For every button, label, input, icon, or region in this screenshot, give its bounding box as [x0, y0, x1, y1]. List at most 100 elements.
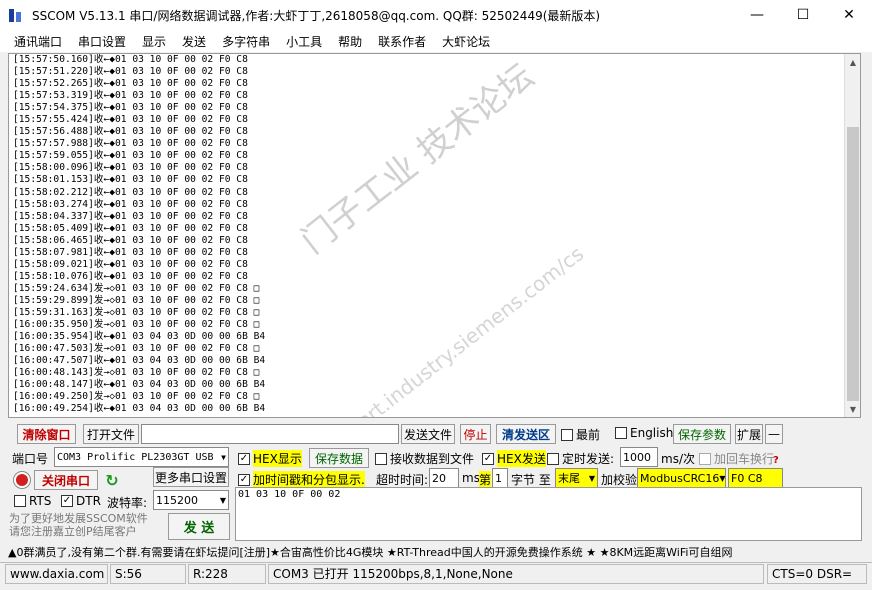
log-lines: [15:57:50.160]收←◆01 03 10 0F 00 02 F0 C8…	[13, 54, 265, 415]
clear-send-button[interactable]: 清发送区	[496, 424, 556, 444]
open-file-button[interactable]: 打开文件	[83, 424, 139, 444]
status-recv: R:228	[188, 563, 266, 584]
port-label: 端口号	[12, 452, 49, 466]
menu-contact[interactable]: 联系作者	[370, 33, 434, 50]
log-line: [15:57:59.055]收←◆01 03 10 0F 00 02 F0 C8	[13, 150, 248, 162]
timestamp-option[interactable]: ✓ 加时间戳和分包显示.	[238, 471, 365, 488]
timed-send-option[interactable]: 定时发送:	[547, 450, 614, 467]
log-line: [15:59:31.163]发→◇01 03 10 0F 00 02 F0 C8…	[13, 306, 260, 318]
menu-display[interactable]: 显示	[134, 33, 174, 50]
timed-send-checkbox[interactable]	[547, 452, 559, 465]
log-scrollbar[interactable]: ▲ ▼	[844, 54, 860, 417]
hex-display-checkbox[interactable]: ✓	[238, 452, 250, 465]
byte-to-label: 字节 至	[511, 473, 551, 487]
interval-unit: ms/次	[661, 452, 695, 466]
send-file-button[interactable]: 发送文件	[401, 424, 455, 444]
stop-button[interactable]: 停止	[460, 424, 491, 444]
hex-display-option[interactable]: ✓ HEX显示	[238, 450, 302, 467]
log-line: [16:00:35.950]发→◇01 03 10 0F 00 02 F0 C8…	[13, 319, 260, 331]
timestamp-checkbox[interactable]: ✓	[238, 473, 250, 486]
english-checkbox[interactable]	[615, 427, 627, 439]
topmost-option[interactable]: 最前	[561, 426, 600, 443]
nth-byte-input[interactable]: 1	[492, 468, 508, 488]
minimize-button[interactable]: —	[734, 0, 780, 30]
close-button[interactable]: ✕	[826, 0, 872, 30]
hex-send-option[interactable]: ✓ HEX发送	[482, 450, 546, 467]
menu-port[interactable]: 通讯端口	[6, 33, 70, 50]
log-line: [15:58:07.981]收←◆01 03 10 0F 00 02 F0 C8	[13, 246, 248, 258]
log-line: [16:00:47.507]收←◆01 03 04 03 0D 00 00 6B…	[13, 355, 266, 367]
log-line: [15:57:56.488]收←◆01 03 10 0F 00 02 F0 C8	[13, 126, 248, 138]
recv-to-file-option[interactable]: 接收数据到文件	[375, 450, 474, 467]
nth-label: 第	[479, 471, 492, 488]
scroll-down-icon[interactable]: ▼	[845, 401, 860, 417]
log-line: [15:57:55.424]收←◆01 03 10 0F 00 02 F0 C8	[13, 114, 248, 126]
recv-to-file-checkbox[interactable]	[375, 452, 387, 465]
log-line: [15:58:02.212]收←◆01 03 10 0F 00 02 F0 C8	[13, 186, 248, 198]
watermark-text: 门子工业 技术论坛	[293, 56, 542, 262]
send-input[interactable]: 01 03 10 0F 00 02	[235, 487, 862, 541]
log-line: [15:58:05.409]收←◆01 03 10 0F 00 02 F0 C8	[13, 222, 248, 234]
chevron-down-icon: ▼	[588, 473, 595, 483]
log-line: [15:58:06.465]收←◆01 03 10 0F 00 02 F0 C8	[13, 234, 248, 246]
dtr-option[interactable]: ✓ DTR	[61, 494, 101, 508]
save-data-button[interactable]: 保存数据	[309, 448, 369, 468]
more-settings-button[interactable]: 更多串口设置	[153, 467, 229, 487]
save-params-button[interactable]: 保存参数	[673, 424, 731, 444]
english-option[interactable]: English	[615, 426, 673, 440]
news-ticker[interactable]: ▲0群满员了,没有第二个群.有需要请在虾坛提问[注册]★合宙高性价比4G模块 ★…	[8, 543, 863, 561]
help-icon[interactable]: ?	[773, 455, 783, 467]
file-path-input[interactable]	[141, 424, 399, 444]
send-button[interactable]: 发 送	[168, 513, 230, 540]
add-crlf-option[interactable]: 加回车换行	[699, 450, 774, 467]
scroll-up-icon[interactable]: ▲	[845, 54, 860, 70]
log-line: [15:58:01.153]收←◆01 03 10 0F 00 02 F0 C8	[13, 174, 248, 186]
status-site[interactable]: www.daxia.com	[5, 563, 108, 584]
collapse-button[interactable]: —	[765, 424, 783, 444]
promo-text[interactable]: 为了更好地发展SSCOM软件 请您注册嘉立创P结尾客户	[9, 512, 165, 540]
menu-help[interactable]: 帮助	[330, 33, 370, 50]
menu-bar: 通讯端口 串口设置 显示 发送 多字符串 小工具 帮助 联系作者 大虾论坛	[0, 30, 872, 52]
close-port-button[interactable]: 关闭串口	[34, 470, 98, 490]
rts-option[interactable]: RTS	[14, 494, 51, 508]
refresh-icon[interactable]: ↻	[103, 470, 121, 490]
log-line: [15:57:50.160]收←◆01 03 10 0F 00 02 F0 C8	[13, 54, 248, 65]
clear-window-button[interactable]: 清除窗口	[17, 424, 76, 444]
log-line: [16:00:47.503]发→◇01 03 10 0F 00 02 F0 C8…	[13, 343, 260, 355]
log-line: [15:59:29.899]发→◇01 03 10 0F 00 02 F0 C8…	[13, 294, 260, 306]
menu-serial-settings[interactable]: 串口设置	[70, 33, 134, 50]
rts-checkbox[interactable]	[14, 495, 26, 507]
log-line: [16:00:49.254]收←◆01 03 04 03 0D 00 00 6B…	[13, 403, 266, 415]
app-icon	[8, 7, 24, 23]
receive-log[interactable]: [15:57:50.160]收←◆01 03 10 0F 00 02 F0 C8…	[8, 53, 861, 418]
topmost-checkbox[interactable]	[561, 428, 573, 441]
maximize-button[interactable]: ☐	[780, 0, 826, 30]
expand-button[interactable]: 扩展	[735, 424, 763, 444]
log-line: [15:58:00.096]收←◆01 03 10 0F 00 02 F0 C8	[13, 162, 248, 174]
menu-tools[interactable]: 小工具	[278, 33, 330, 50]
checksum-select[interactable]: ModbusCRC16 ▼	[637, 468, 726, 488]
checksum-label: 加校验	[601, 473, 638, 487]
log-line: [16:00:48.147]收←◆01 03 04 03 0D 00 00 6B…	[13, 379, 266, 391]
baud-select[interactable]: 115200 ▼	[153, 490, 229, 510]
port-select[interactable]: COM3 Prolific PL2303GT USB ▼	[54, 447, 229, 467]
menu-multi-string[interactable]: 多字符串	[214, 33, 278, 50]
status-bar: www.daxia.com S:56 R:228 COM3 已打开 115200…	[0, 562, 872, 584]
title-bar: SSCOM V5.13.1 串口/网络数据调试器,作者:大虾丁丁,2618058…	[0, 0, 872, 30]
timeout-input[interactable]: 20	[429, 468, 459, 488]
chevron-down-icon: ▼	[719, 473, 726, 483]
hex-send-checkbox[interactable]: ✓	[482, 452, 494, 465]
window-title: SSCOM V5.13.1 串口/网络数据调试器,作者:大虾丁丁,2618058…	[32, 8, 601, 23]
dtr-checkbox[interactable]: ✓	[61, 495, 73, 507]
log-line: [15:57:53.319]收←◆01 03 10 0F 00 02 F0 C8	[13, 90, 248, 102]
watermark-url: support.industry.siemens.com/cs	[314, 241, 589, 418]
log-line: [16:00:35.954]收←◆01 03 04 03 0D 00 00 6B…	[13, 331, 266, 343]
scroll-thumb[interactable]	[847, 127, 859, 401]
menu-forum[interactable]: 大虾论坛	[434, 33, 498, 50]
interval-input[interactable]: 1000	[620, 447, 658, 467]
end-select[interactable]: 末尾 ▼	[555, 468, 598, 488]
menu-send[interactable]: 发送	[174, 33, 214, 50]
add-crlf-checkbox[interactable]	[699, 452, 711, 465]
log-line: [15:57:54.375]收←◆01 03 10 0F 00 02 F0 C8	[13, 102, 248, 114]
status-lines: CTS=0 DSR=	[767, 563, 867, 584]
